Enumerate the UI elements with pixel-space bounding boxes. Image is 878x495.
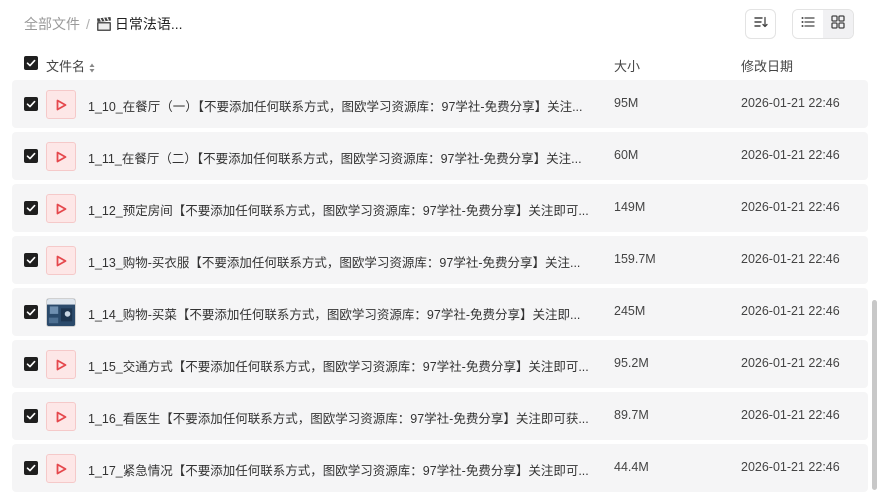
file-size: 149M xyxy=(614,200,646,214)
view-toggle xyxy=(792,9,854,39)
table-header: 文件名 大小 修改日期 xyxy=(0,52,878,78)
breadcrumb-separator: / xyxy=(86,16,90,32)
row-checkbox[interactable] xyxy=(24,409,38,423)
file-modified-date: 2026-01-21 22:46 xyxy=(741,460,840,474)
sort-icon xyxy=(753,15,768,33)
video-file-icon xyxy=(46,142,76,171)
column-header-name[interactable]: 文件名 xyxy=(46,56,95,75)
file-modified-date: 2026-01-21 22:46 xyxy=(741,408,840,422)
file-name[interactable]: 1_15_交通方式【不要添加任何联系方式，图欧学习资源库：97学社-免费分享】关… xyxy=(88,356,588,375)
file-modified-date: 2026-01-21 22:46 xyxy=(741,200,840,214)
sort-caret-icon xyxy=(89,61,95,72)
video-file-icon xyxy=(46,194,76,223)
video-thumbnail xyxy=(46,298,76,327)
video-file-icon xyxy=(46,246,76,275)
select-all-checkbox[interactable] xyxy=(24,56,38,70)
file-size: 95M xyxy=(614,96,639,110)
video-file-icon xyxy=(46,90,76,119)
file-modified-date: 2026-01-21 22:46 xyxy=(741,356,840,370)
file-name[interactable]: 1_14_购物-买菜【不要添加任何联系方式，图欧学习资源库：97学社-免费分享】… xyxy=(88,304,588,323)
file-modified-date: 2026-01-21 22:46 xyxy=(741,148,840,162)
file-name[interactable]: 1_17_紧急情况【不要添加任何联系方式，图欧学习资源库：97学社-免费分享】关… xyxy=(88,460,588,479)
row-checkbox[interactable] xyxy=(24,97,38,111)
breadcrumb: 全部文件 / 日常法语... xyxy=(24,14,183,34)
column-name-label: 文件名 xyxy=(46,59,86,74)
grid-view-button[interactable] xyxy=(823,10,853,38)
table-row[interactable]: 1_12_预定房间【不要添加任何联系方式，图欧学习资源库：97学社-免费分享】关… xyxy=(12,184,868,232)
table-row[interactable]: 1_16_看医生【不要添加任何联系方式，图欧学习资源库：97学社-免费分享】关注… xyxy=(12,392,868,440)
video-file-icon xyxy=(46,350,76,379)
file-name[interactable]: 1_13_购物-买衣服【不要添加任何联系方式，图欧学习资源库：97学社-免费分享… xyxy=(88,252,588,271)
file-name[interactable]: 1_10_在餐厅（一）【不要添加任何联系方式，图欧学习资源库：97学社-免费分享… xyxy=(88,96,588,115)
file-modified-date: 2026-01-21 22:46 xyxy=(741,96,840,110)
file-size: 89.7M xyxy=(614,408,649,422)
video-file-icon xyxy=(46,454,76,483)
list-view-icon xyxy=(801,15,815,33)
file-size: 44.4M xyxy=(614,460,649,474)
breadcrumb-root[interactable]: 全部文件 xyxy=(24,14,80,34)
row-checkbox[interactable] xyxy=(24,149,38,163)
table-row[interactable]: 1_17_紧急情况【不要添加任何联系方式，图欧学习资源库：97学社-免费分享】关… xyxy=(12,444,868,492)
table-row[interactable]: 1_13_购物-买衣服【不要添加任何联系方式，图欧学习资源库：97学社-免费分享… xyxy=(12,236,868,284)
sort-button[interactable] xyxy=(745,9,776,39)
table-row[interactable]: 1_14_购物-买菜【不要添加任何联系方式，图欧学习资源库：97学社-免费分享】… xyxy=(12,288,868,336)
file-size: 95.2M xyxy=(614,356,649,370)
video-file-icon xyxy=(46,402,76,431)
row-checkbox[interactable] xyxy=(24,357,38,371)
column-header-size[interactable]: 大小 xyxy=(614,56,640,75)
row-checkbox[interactable] xyxy=(24,201,38,215)
file-modified-date: 2026-01-21 22:46 xyxy=(741,304,840,318)
file-name[interactable]: 1_12_预定房间【不要添加任何联系方式，图欧学习资源库：97学社-免费分享】关… xyxy=(88,200,588,219)
row-checkbox[interactable] xyxy=(24,305,38,319)
file-size: 245M xyxy=(614,304,646,318)
list-view-button[interactable] xyxy=(793,10,823,38)
column-header-date[interactable]: 修改日期 xyxy=(741,56,793,75)
table-row[interactable]: 1_15_交通方式【不要添加任何联系方式，图欧学习资源库：97学社-免费分享】关… xyxy=(12,340,868,388)
row-checkbox[interactable] xyxy=(24,253,38,267)
file-size: 159.7M xyxy=(614,252,656,266)
grid-view-icon xyxy=(831,14,845,34)
file-size: 60M xyxy=(614,148,639,162)
breadcrumb-current: 日常法语... xyxy=(114,16,183,32)
table-row[interactable]: 1_11_在餐厅（二）【不要添加任何联系方式，图欧学习资源库：97学社-免费分享… xyxy=(12,132,868,180)
file-name[interactable]: 1_11_在餐厅（二）【不要添加任何联系方式，图欧学习资源库：97学社-免费分享… xyxy=(88,148,588,167)
table-row[interactable]: 1_10_在餐厅（一）【不要添加任何联系方式，图欧学习资源库：97学社-免费分享… xyxy=(12,80,868,128)
file-modified-date: 2026-01-21 22:46 xyxy=(741,252,840,266)
row-checkbox[interactable] xyxy=(24,461,38,475)
scrollbar-thumb[interactable] xyxy=(872,300,877,490)
top-bar: 全部文件 / 日常法语... xyxy=(0,0,878,48)
clapperboard-icon xyxy=(96,16,112,32)
file-name[interactable]: 1_16_看医生【不要添加任何联系方式，图欧学习资源库：97学社-免费分享】关注… xyxy=(88,408,588,427)
